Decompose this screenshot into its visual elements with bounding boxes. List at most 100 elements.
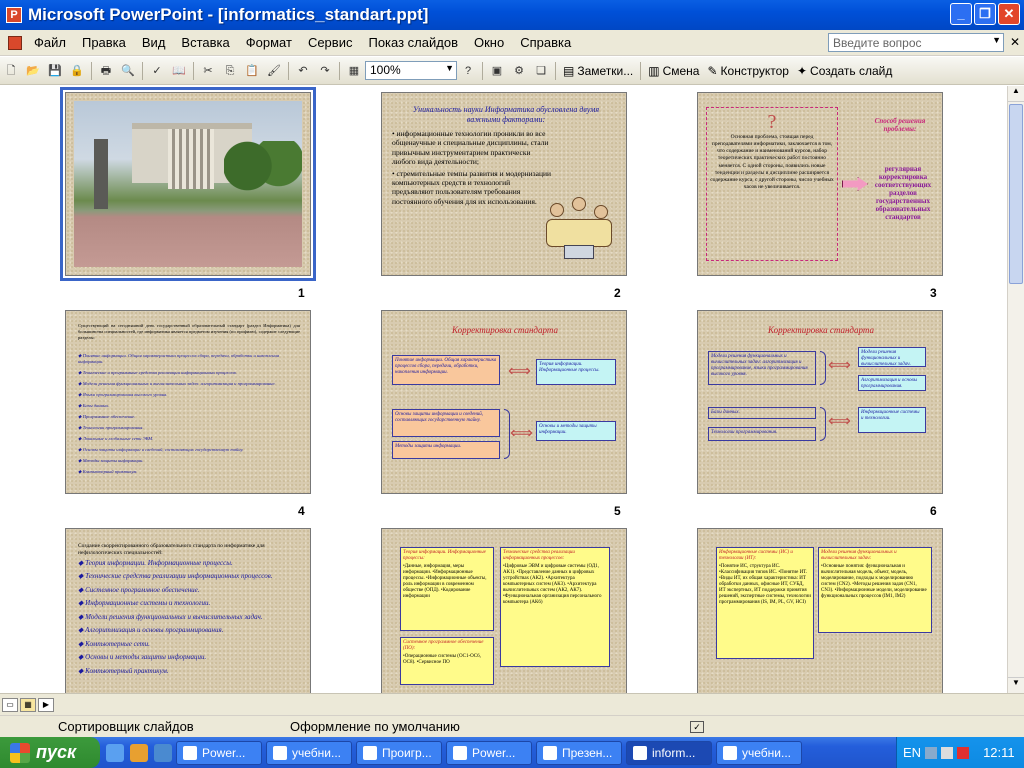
powerpoint-icon[interactable]: P xyxy=(6,7,22,23)
menu-file[interactable]: Файл xyxy=(26,35,74,50)
menu-tools[interactable]: Сервис xyxy=(300,35,361,50)
slide-thumbnail-9[interactable]: Информационные системы (ИС) и технологии… xyxy=(697,528,943,693)
box-text: •Понятие ИС, структура ИС. •Классификаци… xyxy=(719,564,811,605)
redo-icon[interactable]: ↷ xyxy=(316,62,334,80)
research-icon[interactable]: 📖 xyxy=(170,62,188,80)
tray-icon[interactable] xyxy=(925,746,938,759)
menu-slideshow[interactable]: Показ слайдов xyxy=(360,35,466,50)
bullet-item: ◆ Модели решения функциональных и вычисл… xyxy=(78,380,276,386)
notes-button[interactable]: ▤ Заметки... xyxy=(559,64,637,78)
box-text: •Данные, информация, меры информации. •И… xyxy=(403,564,487,599)
menu-window[interactable]: Окно xyxy=(466,35,512,50)
document-icon[interactable] xyxy=(8,35,22,50)
box-text: •Основные понятия: функциональная и вычи… xyxy=(821,564,927,599)
slide-number: 1 xyxy=(298,286,305,300)
designer-button[interactable]: ✎ Конструктор xyxy=(703,64,792,78)
media-icon[interactable] xyxy=(154,743,172,762)
open-icon[interactable]: 📂 xyxy=(24,62,42,80)
new-icon[interactable]: 🗋 xyxy=(2,62,20,80)
slide-thumbnail-7[interactable]: Создание скорректированного образователь… xyxy=(65,528,311,693)
vertical-scrollbar[interactable]: ▲ ▼ xyxy=(1007,86,1024,693)
slide-thumbnail-6[interactable]: Корректировка стандарта Модели решения ф… xyxy=(697,310,943,494)
problem-text: Основная проблема, стоящая перед препода… xyxy=(710,134,834,190)
slide-thumbnail-3[interactable]: ? Основная проблема, стоящая перед препо… xyxy=(697,92,943,276)
copy-icon[interactable]: ⎘ xyxy=(221,62,239,80)
chevron-down-icon[interactable]: ▼ xyxy=(992,35,1001,45)
menu-edit[interactable]: Правка xyxy=(74,35,134,50)
brace-shape xyxy=(820,407,826,441)
task-button[interactable]: учебни... xyxy=(716,740,802,765)
scroll-up-icon[interactable]: ▲ xyxy=(1008,86,1024,102)
chevron-down-icon[interactable]: ▼ xyxy=(445,63,454,73)
slide-bullets: ◆ Теория информации. Информационные проц… xyxy=(78,559,298,680)
zoom-select[interactable]: 100% ▼ xyxy=(365,61,457,80)
slide-number: 3 xyxy=(930,286,937,300)
paste-icon[interactable]: 📋 xyxy=(243,62,261,80)
close-button[interactable]: ✕ xyxy=(998,3,1020,25)
slideshow-view-icon[interactable]: ▶ xyxy=(38,697,54,712)
powerpoint-icon xyxy=(543,745,557,760)
ie-icon[interactable] xyxy=(106,743,124,762)
double-arrow-icon: ⟺ xyxy=(510,425,533,442)
separator xyxy=(288,61,289,80)
help-icon[interactable]: ? xyxy=(459,62,477,80)
scroll-down-icon[interactable]: ▼ xyxy=(1008,677,1024,693)
windows-flag-icon xyxy=(10,742,30,763)
window-title: Microsoft PowerPoint - [informatics_stan… xyxy=(28,5,429,24)
question-mark: ? xyxy=(767,111,777,133)
task-button[interactable]: Проигр... xyxy=(356,740,442,765)
document-close-icon[interactable]: ✕ xyxy=(1010,35,1020,49)
task-button[interactable]: Презен... xyxy=(536,740,622,765)
content-box: Модели решения функциональных и вычислит… xyxy=(818,547,932,633)
chrome-icon[interactable] xyxy=(130,743,148,762)
slide-thumbnail-2[interactable]: Уникальность науки Информатика обусловле… xyxy=(381,92,627,276)
notes-label: Заметки... xyxy=(577,63,634,78)
status-design: Оформление по умолчанию xyxy=(290,719,460,734)
task-button-active[interactable]: inform... xyxy=(626,740,712,765)
slide-thumbnail-4[interactable]: Существующий на сегодняшний день государ… xyxy=(65,310,311,494)
permission-icon[interactable]: 🔒 xyxy=(68,62,86,80)
task-button[interactable]: Power... xyxy=(446,740,532,765)
menu-format[interactable]: Формат xyxy=(238,35,300,50)
spelling-icon[interactable]: ✓ xyxy=(148,62,166,80)
print-icon[interactable]: 🖶 xyxy=(97,62,115,80)
summary-slide-icon[interactable]: ❏ xyxy=(532,62,550,80)
status-view: Сортировщик слайдов xyxy=(58,719,194,734)
player-icon xyxy=(363,745,377,760)
slide-thumbnail-8[interactable]: Теория информации. Информационные процес… xyxy=(381,528,627,693)
cut-icon[interactable]: ✂ xyxy=(199,62,217,80)
hide-slide-icon[interactable]: ▣ xyxy=(488,62,506,80)
transition-button[interactable]: ▥ Смена xyxy=(644,64,703,78)
slide-thumbnail-1[interactable] xyxy=(60,87,316,281)
task-button[interactable]: учебни... xyxy=(266,740,352,765)
language-indicator[interactable]: EN xyxy=(903,745,921,760)
slide-photo xyxy=(74,101,302,267)
bullet-item: ◆ Локальные и глобальные сети ЭВМ. xyxy=(78,435,154,441)
maximize-button[interactable]: ❐ xyxy=(974,3,996,25)
content-box: Основы и методы защиты информации. xyxy=(536,421,616,441)
tray-icon[interactable] xyxy=(941,746,954,759)
bullet-item: ◆ Теория информации. Информационные проц… xyxy=(78,559,233,567)
menu-view[interactable]: Вид xyxy=(134,35,174,50)
sorter-view-icon[interactable]: ▦ xyxy=(20,697,36,712)
bullet-item: • информационные технологии проникли во … xyxy=(392,129,549,167)
normal-view-icon[interactable]: ▭ xyxy=(2,697,18,712)
save-icon[interactable]: 💾 xyxy=(46,62,64,80)
bullet-item: ◆ Технические и программные средства реа… xyxy=(78,369,237,375)
print-preview-icon[interactable]: 🔍 xyxy=(119,62,137,80)
bullet-item: ◆ Основы защиты информации и сведений, с… xyxy=(78,446,244,452)
menu-help[interactable]: Справка xyxy=(512,35,579,50)
grid-icon[interactable]: ▦ xyxy=(345,62,363,80)
scroll-thumb[interactable] xyxy=(1009,104,1023,284)
rehearse-icon[interactable]: ⚙ xyxy=(510,62,528,80)
slide-thumbnail-5[interactable]: Корректировка стандарта Понятие информац… xyxy=(381,310,627,494)
help-search-input[interactable]: Введите вопрос ▼ xyxy=(828,33,1004,52)
undo-icon[interactable]: ↶ xyxy=(294,62,312,80)
minimize-button[interactable]: _ xyxy=(950,3,972,25)
task-button[interactable]: Power... xyxy=(176,740,262,765)
new-slide-button[interactable]: ✦ Создать слайд xyxy=(793,64,896,78)
format-painter-icon[interactable]: 🖌 xyxy=(265,62,283,80)
antivirus-icon[interactable] xyxy=(957,746,970,759)
start-button[interactable]: пуск xyxy=(0,737,100,768)
menu-insert[interactable]: Вставка xyxy=(173,35,237,50)
